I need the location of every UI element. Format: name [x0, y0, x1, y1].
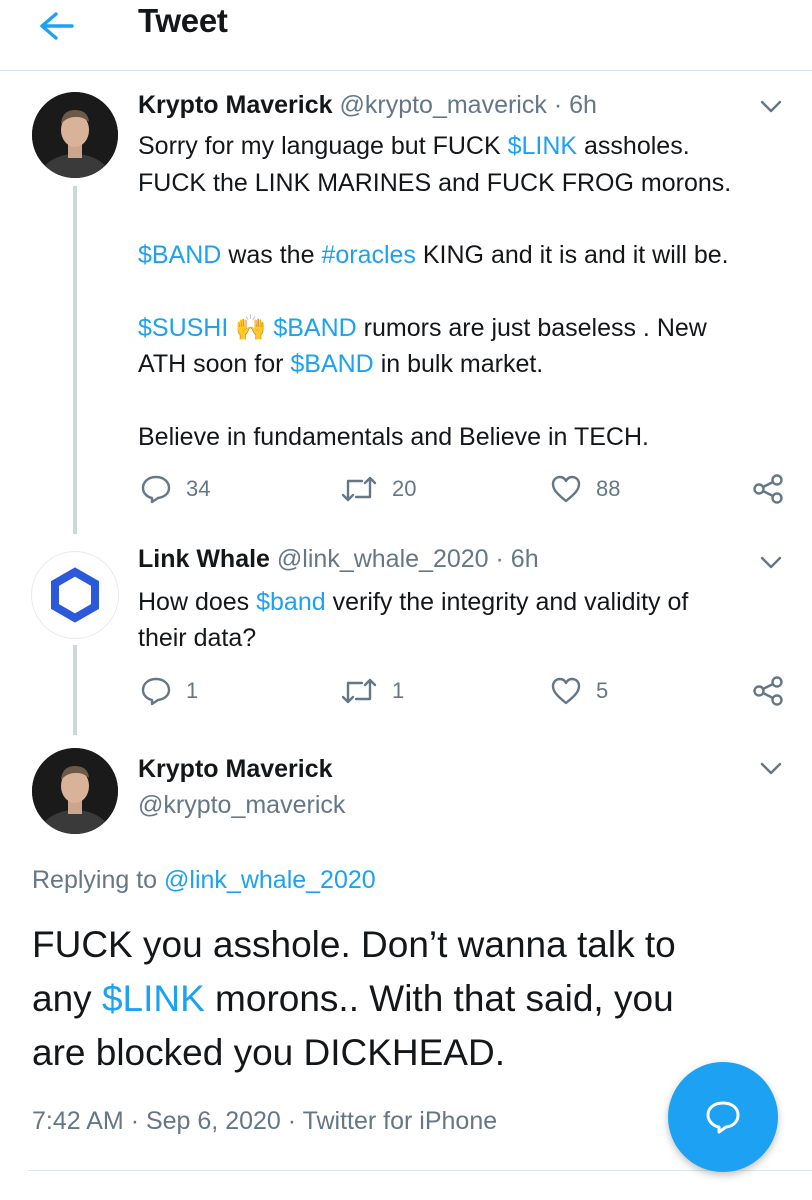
separator: ·: [130, 1107, 140, 1135]
tweet-text-line: Sorry for my language but FUCK $LINK ass…: [138, 128, 690, 164]
like-button[interactable]: 88: [550, 474, 620, 504]
tweet-header: Link Whale @link_whale_2020 · 6h: [138, 545, 539, 574]
tweet-source[interactable]: Twitter for iPhone: [303, 1107, 498, 1135]
display-name[interactable]: Link Whale: [138, 545, 270, 573]
reply-count: 34: [186, 476, 211, 501]
timestamp[interactable]: 6h: [569, 91, 597, 119]
share-icon[interactable]: [752, 676, 784, 706]
chainlink-hexagon-icon: [51, 567, 99, 623]
display-name[interactable]: Krypto Maverick: [138, 91, 333, 119]
text: rumors are just baseless . New: [356, 314, 707, 342]
retweet-icon: [341, 678, 377, 704]
reply-button[interactable]: 1: [140, 676, 198, 706]
text: ATH soon for: [138, 350, 291, 378]
text: How does: [138, 588, 257, 616]
retweet-count: 1: [392, 678, 405, 703]
like-count: 5: [596, 678, 609, 703]
heart-icon: [551, 677, 581, 705]
handle[interactable]: @krypto_maverick: [339, 91, 546, 119]
text: their data?: [138, 624, 257, 652]
separator: ·: [287, 1107, 297, 1135]
timestamp[interactable]: 6h: [511, 545, 539, 573]
cashtag-link[interactable]: $SUSHI: [138, 314, 228, 342]
top-bar: Tweet: [0, 0, 812, 71]
share-icon[interactable]: [752, 474, 784, 504]
tweet-metadata: 7:42 AM · Sep 6, 2020 · Twitter for iPho…: [32, 1107, 497, 1136]
text: assholes.: [577, 132, 690, 160]
text: any: [32, 978, 102, 1019]
compose-reply-icon: [706, 1101, 740, 1134]
chevron-down-icon[interactable]: [760, 556, 782, 570]
cashtag-link[interactable]: $LINK: [508, 132, 577, 160]
tweet-text-line: their data?: [138, 620, 256, 656]
tweet-text-line: any $LINK morons.. With that said, you: [32, 972, 676, 1026]
tweet-text-line: How does $band verify the integrity and …: [138, 584, 688, 620]
reply-count: 1: [186, 678, 199, 703]
arrow-left-icon[interactable]: [36, 8, 76, 44]
person-photo: [32, 748, 118, 834]
heart-icon: [551, 475, 581, 503]
text: was the: [221, 241, 322, 269]
cashtag-link[interactable]: $band: [256, 588, 326, 616]
person-photo: [32, 92, 118, 178]
tweet-text-line: $BAND was the #oracles KING and it is an…: [138, 237, 729, 273]
raised-hands-emoji: 🙌: [228, 314, 274, 342]
tweet-text-line: Believe in fundamentals and Believe in T…: [138, 419, 649, 455]
cashtag-link[interactable]: $LINK: [102, 978, 205, 1019]
separator: ·: [495, 545, 504, 573]
thread-line: [73, 645, 77, 735]
cashtag-link[interactable]: $BAND: [290, 350, 373, 378]
tweet-time: 7:42 AM: [32, 1107, 124, 1135]
avatar[interactable]: [32, 552, 118, 638]
comment-icon: [141, 677, 171, 706]
tweet-date: Sep 6, 2020: [145, 1107, 281, 1135]
tweet-header: Krypto Maverick @krypto_maverick · 6h: [138, 91, 597, 120]
tweet-text-line: $SUSHI 🙌 $BAND rumors are just baseless …: [138, 310, 707, 346]
display-name-block: Krypto Maverick: [138, 755, 333, 784]
text: Sorry for my language but FUCK: [138, 132, 508, 160]
text: in bulk market.: [373, 350, 544, 378]
mention-link[interactable]: @link_whale_2020: [164, 866, 376, 894]
display-name[interactable]: Krypto Maverick: [138, 755, 333, 783]
compose-reply-button[interactable]: [668, 1062, 778, 1172]
text: Believe in fundamentals and Believe in T…: [138, 423, 649, 451]
comment-icon: [141, 475, 171, 504]
tweet-text-line: FUCK the LINK MARINES and FUCK FROG moro…: [138, 165, 731, 201]
cashtag-link[interactable]: $BAND: [138, 241, 221, 269]
retweet-count: 20: [392, 476, 417, 501]
handle[interactable]: @link_whale_2020: [277, 545, 489, 573]
chevron-down-icon[interactable]: [760, 100, 782, 114]
main-tweet-text: FUCK you asshole. Don’t wanna talk to an…: [32, 918, 676, 1080]
reply-button[interactable]: 34: [140, 474, 210, 504]
handle[interactable]: @krypto_maverick: [138, 791, 345, 820]
page-title: Tweet: [138, 2, 228, 39]
like-button[interactable]: 5: [550, 676, 608, 706]
replying-label: Replying to: [32, 866, 165, 894]
cashtag-link[interactable]: $BAND: [273, 314, 356, 342]
text: morons.. With that said, you: [204, 978, 674, 1019]
divider: [28, 1170, 812, 1171]
avatar[interactable]: [32, 92, 118, 178]
tweet-text-line: FUCK you asshole. Don’t wanna talk to: [32, 918, 676, 972]
retweet-icon: [341, 476, 377, 502]
text: FUCK the LINK MARINES and FUCK FROG moro…: [138, 169, 732, 197]
retweet-button[interactable]: 1: [340, 676, 404, 706]
separator: ·: [553, 91, 563, 119]
text: FUCK you asshole. Don’t wanna talk to: [32, 924, 676, 965]
text: are blocked you DICKHEAD.: [32, 1032, 505, 1073]
replying-to: Replying to @link_whale_2020: [32, 866, 376, 895]
avatar[interactable]: [32, 748, 118, 834]
thread-line: [73, 186, 77, 534]
tweet-text-line: are blocked you DICKHEAD.: [32, 1026, 676, 1080]
chevron-down-icon[interactable]: [760, 762, 782, 776]
text: verify the integrity and validity of: [325, 588, 689, 616]
text: KING and it is and it will be.: [415, 241, 729, 269]
retweet-button[interactable]: 20: [340, 474, 416, 504]
like-count: 88: [596, 476, 621, 501]
hashtag-link[interactable]: #oracles: [321, 241, 416, 269]
tweet-text-line: ATH soon for $BAND in bulk market.: [138, 346, 543, 382]
